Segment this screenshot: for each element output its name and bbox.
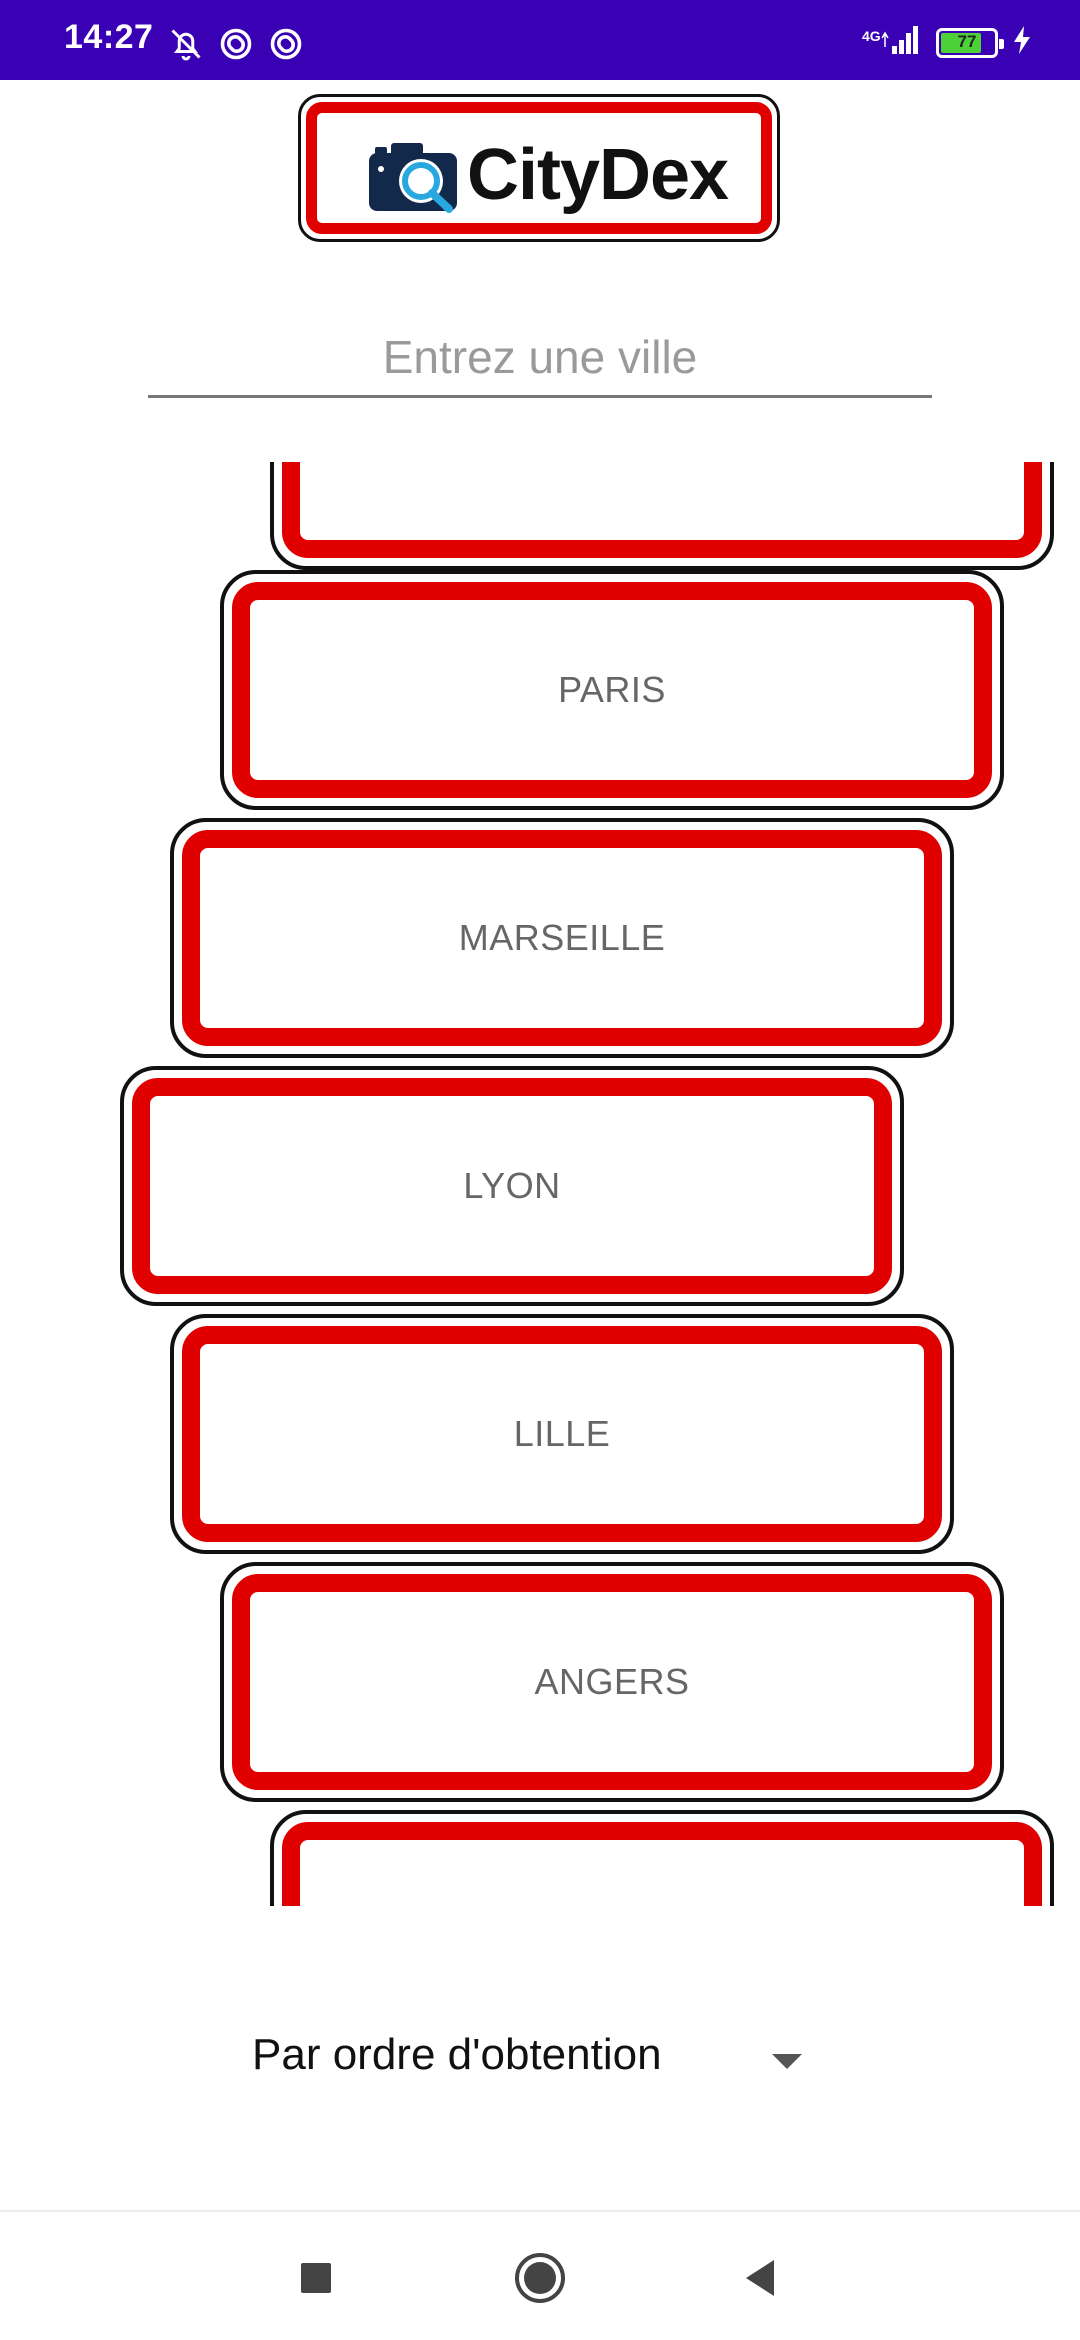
- city-name: PARIS: [558, 669, 666, 710]
- logo-frame: CityDex: [306, 102, 772, 234]
- city-card-paris[interactable]: PARIS: [220, 570, 1004, 810]
- recents-button[interactable]: [288, 2250, 344, 2306]
- home-button[interactable]: [512, 2250, 568, 2306]
- city-card-frame: ANGERS: [232, 1574, 992, 1790]
- signal-icon: [878, 24, 922, 61]
- city-list[interactable]: PARIS MARSEILLE LYON LILLE ANGERS: [0, 462, 1080, 1906]
- status-notification-icons: [168, 26, 304, 62]
- home-icon: [515, 2253, 565, 2303]
- battery-tip: [999, 38, 1004, 49]
- city-card-lyon[interactable]: LYON: [120, 1066, 904, 1306]
- city-name: MARSEILLE: [458, 917, 666, 958]
- sort-selected-value: Par ordre d'obtention: [252, 2030, 662, 2079]
- city-card-frame: [282, 462, 1042, 558]
- screen: 14:27 4G 77 CityDex Entrez une ville PAR…: [0, 0, 1080, 2340]
- status-right-icons: 77: [878, 24, 1032, 61]
- charging-icon: [1012, 25, 1032, 60]
- sync-icon: [268, 26, 304, 62]
- dropdown-arrow-icon: [772, 2054, 802, 2069]
- sync-icon: [218, 26, 254, 62]
- city-card[interactable]: [270, 1810, 1054, 1906]
- sort-order-dropdown[interactable]: Par ordre d'obtention: [244, 2020, 814, 2100]
- battery-icon: 77: [936, 27, 1004, 58]
- bell-off-icon: [168, 26, 204, 62]
- back-button[interactable]: [734, 2250, 790, 2306]
- back-icon: [746, 2260, 774, 2296]
- system-nav-bar: [0, 2210, 1080, 2340]
- city-name: ANGERS: [534, 1661, 690, 1702]
- city-card-frame: MARSEILLE: [182, 830, 942, 1046]
- city-card-frame: [282, 1822, 1042, 1906]
- recents-icon: [301, 2263, 331, 2293]
- logo-text: CityDex: [467, 135, 729, 215]
- city-search-input[interactable]: [148, 326, 932, 398]
- city-card-frame: PARIS: [232, 582, 992, 798]
- city-card-marseille[interactable]: MARSEILLE: [170, 818, 954, 1058]
- status-bar: 14:27 4G 77: [0, 0, 1080, 80]
- city-card-lille[interactable]: LILLE: [170, 1314, 954, 1554]
- battery-level: 77: [957, 31, 977, 51]
- city-card-angers[interactable]: ANGERS: [220, 1562, 1004, 1802]
- status-time: 14:27: [64, 18, 154, 56]
- camera-search-icon: [369, 139, 465, 213]
- city-card[interactable]: [270, 462, 1054, 570]
- city-name: LILLE: [513, 1413, 611, 1454]
- city-card-frame: LILLE: [182, 1326, 942, 1542]
- city-name: LYON: [463, 1165, 561, 1206]
- app-logo: CityDex: [298, 94, 780, 242]
- city-card-frame: LYON: [132, 1078, 892, 1294]
